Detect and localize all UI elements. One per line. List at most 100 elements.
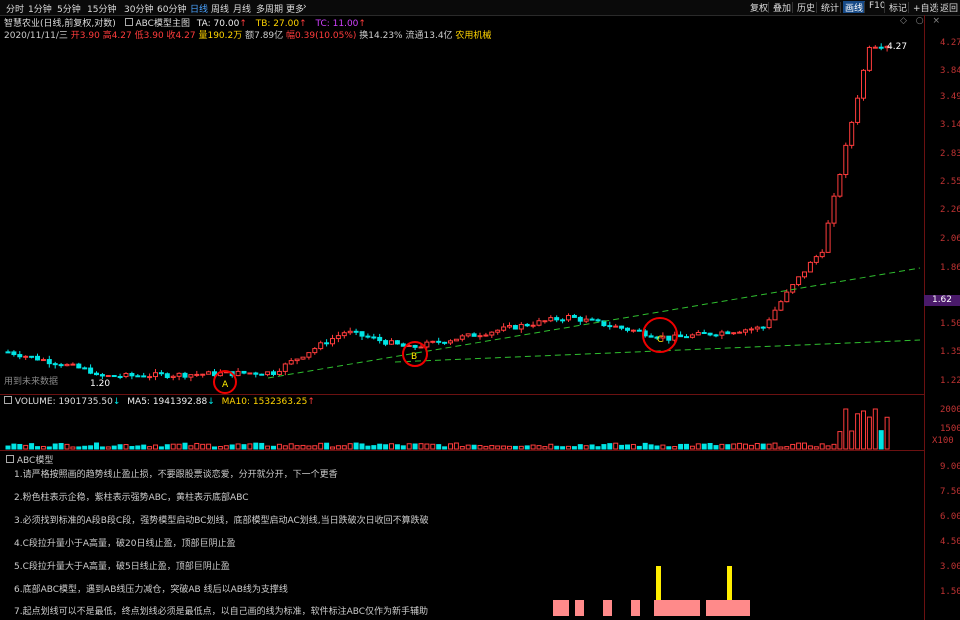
abc-bar-pink [706,600,750,616]
candle-body [689,334,695,338]
abc-tick: 3.00 [940,562,960,572]
volume-bar [784,446,790,450]
volume-bar [630,443,636,450]
volume-bar [300,444,306,450]
candle-body [300,356,306,360]
volume-bar [660,444,666,450]
volume-bar [483,445,489,450]
candle-body [82,367,88,370]
note-5: 5.C段拉升量大于A高量，破5日线止盈，顶部巨阴止盈 [14,562,230,572]
candle-body [731,332,737,335]
volume-bar [389,443,394,450]
volume-bar [507,445,512,450]
abc-box-icon[interactable] [6,455,14,463]
candle-body [442,341,448,344]
volume-bar [194,442,200,450]
candle-body [52,363,58,366]
note-7: 7.起点划线可以不是最低，终点划线必须是最低点，以自己画的线为标准，软件标注AB… [14,607,429,617]
candle-body [253,372,259,375]
volume-bar [754,443,760,450]
volume-bar [571,446,577,450]
volume-bar [271,445,276,450]
candle-body [200,373,206,376]
candle-body [571,314,577,318]
candle-body [294,358,300,362]
volume-bar [58,443,64,450]
volume-bar [666,446,672,450]
volume-bar [542,446,548,450]
volume-bar [872,408,878,450]
volume-bar [601,444,607,450]
candle-body [813,256,819,263]
candle-body [365,335,371,338]
volume-bar [766,443,772,450]
volume-bar [678,443,684,450]
divider [924,15,925,620]
abc-title-text: ABC模型 [16,456,54,466]
volume-bar [589,444,595,450]
volume-bar [182,442,188,450]
candle-body [430,340,436,343]
down-arrow-icon: ↓ [112,397,121,407]
candle-body [194,373,200,376]
volume-bar [70,446,76,450]
volume-bar [636,445,642,450]
candle-body [713,334,719,337]
volume-bar [335,445,341,450]
volume-bar [743,443,748,450]
volume-bar [448,443,453,450]
volume-bar [648,444,654,450]
candle-body [129,372,135,377]
candle-body [383,340,389,345]
volume-bar [760,443,766,450]
candle-body [831,195,837,224]
volume-bar [406,443,412,450]
back-button[interactable]: 返回 [938,1,960,14]
candle-body [554,317,560,321]
candle-body [341,332,347,337]
candle-body [99,374,105,377]
candle-body [743,329,748,333]
volume-bar [164,444,170,450]
candle-body [695,332,701,336]
abc-bar-pink [631,600,640,616]
candle-body [412,344,418,348]
price-tick: 3.14 [940,120,960,130]
close-icon[interactable]: × [933,16,941,26]
volume-bar [383,444,389,450]
candle-body [448,340,453,344]
volume-tick: 20000 [940,405,960,415]
candle-body [636,329,642,332]
candle-body [271,371,276,375]
volume-bar [188,445,194,450]
volume-bar [88,445,94,450]
candle-body [312,348,318,354]
volume-box-icon[interactable] [4,396,12,404]
candle-body [471,333,477,337]
candle-body [778,301,784,311]
candle-body [701,332,707,335]
candle-body [465,333,471,337]
candle-body [23,355,29,358]
volume-bar [276,443,282,450]
divider [936,2,937,13]
volume-bar [654,445,660,450]
volume-bar [23,444,29,450]
candle-body [630,329,636,332]
volume-bar [247,443,253,450]
high-price-label: 4.27 [887,42,907,52]
candle-body [135,375,141,378]
candle-body [282,363,288,372]
marker-label-c: C [657,335,663,345]
candle-body [147,376,153,379]
volume-bar [318,442,324,450]
volume-bar [294,445,300,450]
abc-tick: 4.50 [940,537,960,547]
volume-bar [855,413,861,450]
volume-bar [111,445,117,450]
volume-bar [377,443,383,450]
abc-bar-pink [654,600,700,616]
volume-bar [772,442,778,450]
volume-bar [707,443,713,450]
candle-body [164,373,170,378]
